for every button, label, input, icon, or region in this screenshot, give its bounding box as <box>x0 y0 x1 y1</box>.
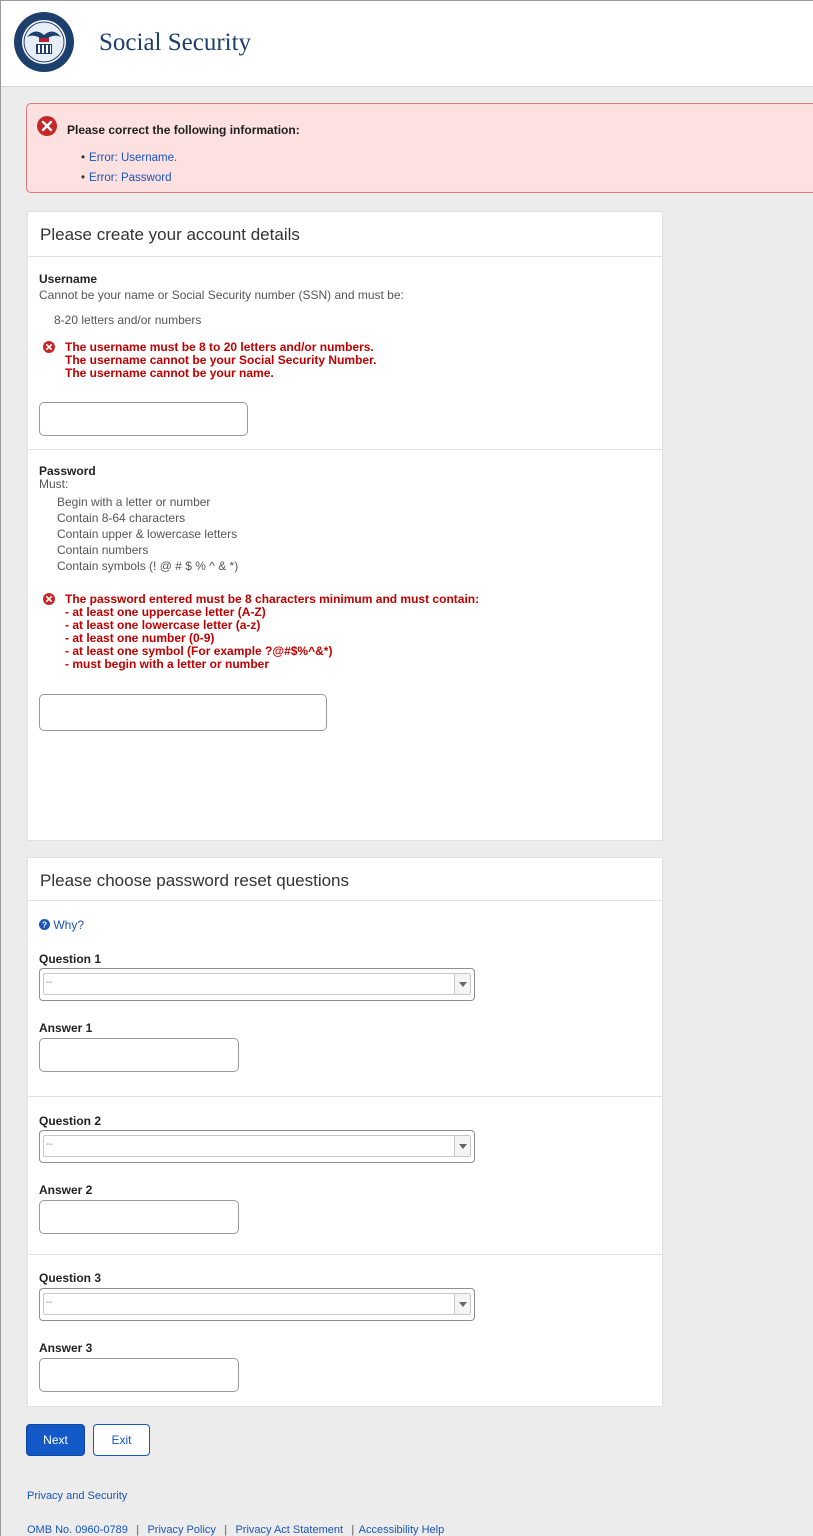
section-divider <box>28 1096 662 1097</box>
answer-1-input[interactable] <box>39 1038 239 1072</box>
answer-1-label: Answer 1 <box>39 1021 93 1035</box>
error-summary-list: • Error: Username. • Error: Password <box>81 149 177 189</box>
section-divider <box>28 449 662 450</box>
answer-2-input[interactable] <box>39 1200 239 1234</box>
reset-questions-card: Please choose password reset questions ?… <box>27 857 663 1407</box>
password-input[interactable] <box>39 694 327 731</box>
username-input[interactable] <box>39 402 248 436</box>
username-rule: 8-20 letters and/or numbers <box>54 313 202 327</box>
error-summary-title: Please correct the following information… <box>67 123 300 137</box>
question-1-select[interactable]: -- <box>39 968 475 1001</box>
username-error-messages: The username must be 8 to 20 letters and… <box>65 340 377 380</box>
question-3-select[interactable]: -- <box>39 1288 475 1321</box>
reset-questions-title: Please choose password reset questions <box>28 858 662 901</box>
exit-button[interactable]: Exit <box>93 1424 150 1456</box>
answer-2-label: Answer 2 <box>39 1183 93 1197</box>
username-label: Username <box>39 272 98 286</box>
account-details-card: Please create your account details Usern… <box>27 211 663 841</box>
question-2-select[interactable]: -- <box>39 1130 475 1163</box>
password-must-text: Must: <box>39 477 69 491</box>
help-circle-icon: ? <box>39 919 50 930</box>
privacy-policy-link[interactable]: Privacy Policy <box>147 1524 215 1536</box>
password-label: Password <box>39 464 96 478</box>
question-1-selected-value: -- <box>46 977 53 988</box>
password-error-icon <box>43 593 55 605</box>
error-summary-alert: Please correct the following information… <box>26 103 813 193</box>
omb-number-text: OMB No. 0960-0789 <box>27 1524 128 1536</box>
error-summary-item-username[interactable]: • Error: Username. <box>81 149 177 169</box>
question-2-selected-value: -- <box>46 1139 53 1150</box>
answer-3-input[interactable] <box>39 1358 239 1392</box>
chevron-down-icon <box>454 1136 470 1156</box>
answer-3-label: Answer 3 <box>39 1341 93 1355</box>
footer-links: OMB No. 0960-0789 | Privacy Policy | Pri… <box>27 1524 445 1536</box>
error-circle-icon <box>37 116 57 136</box>
chevron-down-icon <box>454 1294 470 1314</box>
chevron-down-icon <box>454 974 470 994</box>
account-details-title: Please create your account details <box>28 212 662 257</box>
ssa-seal-icon[interactable] <box>13 11 75 73</box>
next-button[interactable]: Next <box>26 1424 85 1456</box>
svg-text:?: ? <box>42 921 47 930</box>
accessibility-help-link[interactable]: Accessibility Help <box>359 1524 445 1536</box>
privacy-act-statement-link[interactable]: Privacy Act Statement <box>235 1524 343 1536</box>
site-title: Social Security <box>99 29 252 56</box>
password-rules-list: Begin with a letter or number Contain 8-… <box>57 495 239 573</box>
question-2-label: Question 2 <box>39 1114 102 1128</box>
username-error-icon <box>43 341 55 353</box>
username-help-text: Cannot be your name or Social Security n… <box>39 288 404 302</box>
privacy-and-security-link[interactable]: Privacy and Security <box>27 1490 127 1502</box>
password-error-messages: The password entered must be 8 character… <box>65 592 480 671</box>
question-3-selected-value: -- <box>46 1297 53 1308</box>
section-divider <box>28 1254 662 1255</box>
question-3-label: Question 3 <box>39 1271 102 1285</box>
why-link[interactable]: ? Why? <box>39 918 84 932</box>
error-summary-item-password[interactable]: • Error: Password <box>81 169 177 189</box>
site-header: Social Security <box>1 1 813 87</box>
question-1-label: Question 1 <box>39 952 102 966</box>
